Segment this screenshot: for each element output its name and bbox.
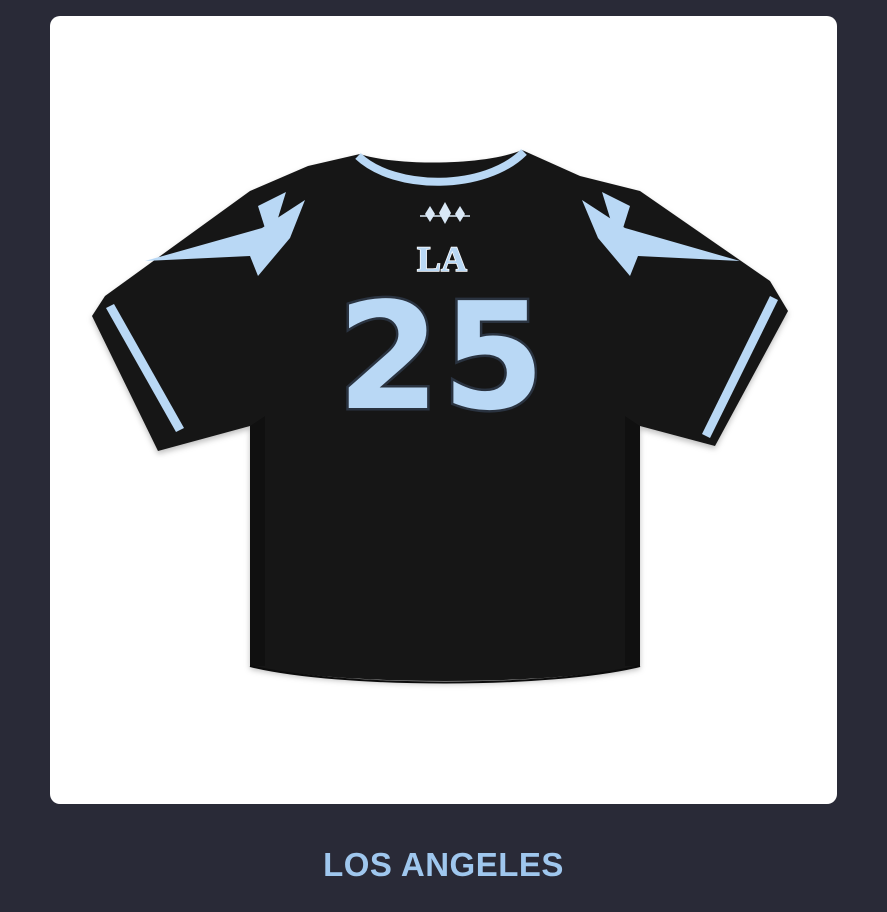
jersey-number: 25: [337, 271, 547, 443]
product-image-card[interactable]: LA 25: [50, 16, 837, 804]
jersey-image: LA 25: [92, 149, 788, 684]
product-caption: LOS ANGELES: [323, 846, 564, 883]
